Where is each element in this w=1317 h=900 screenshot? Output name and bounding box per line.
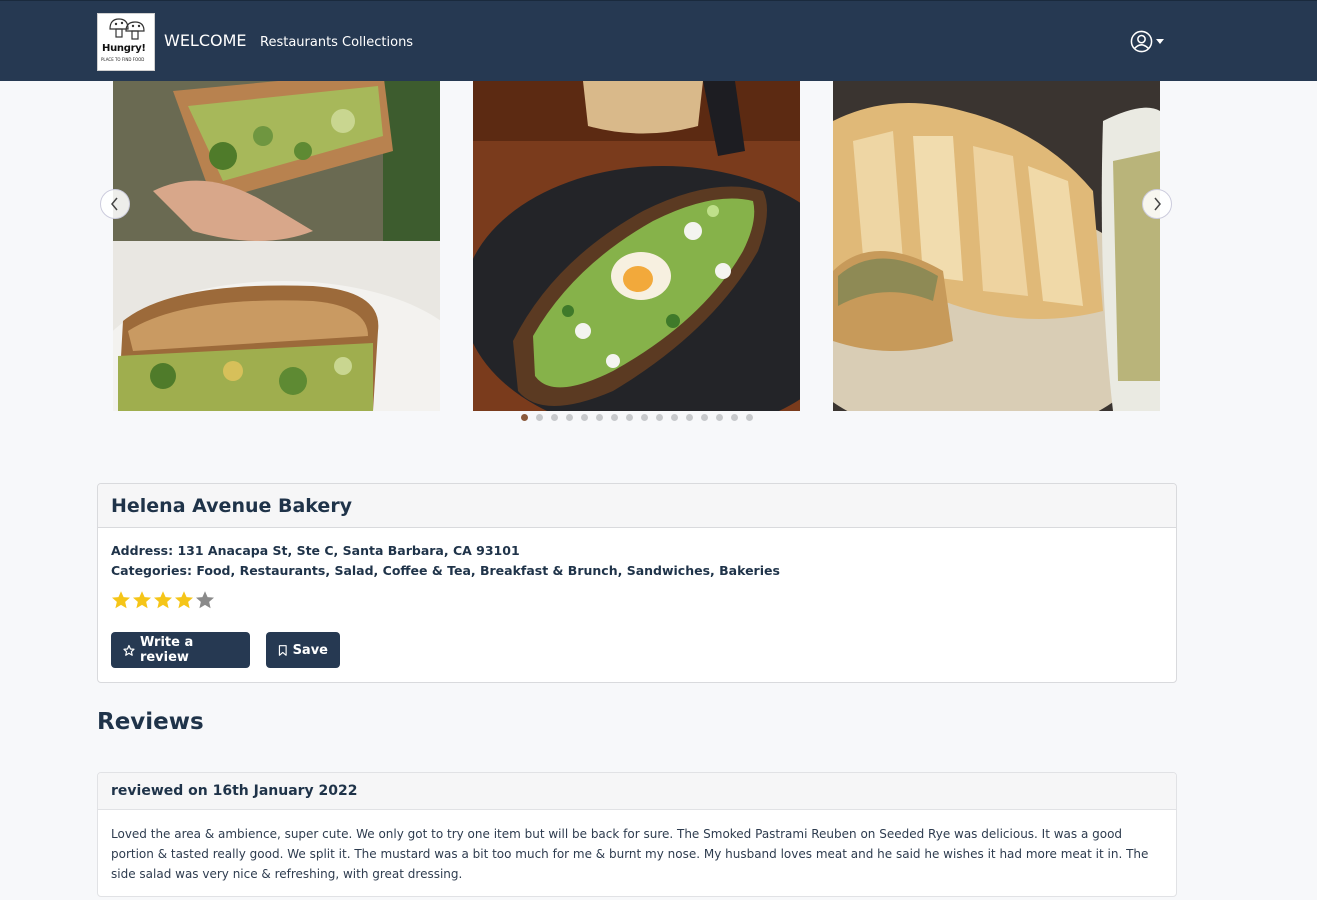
reviews-heading: Reviews [97,709,204,735]
restaurant-card-header: Helena Avenue Bakery [98,484,1176,528]
rating-stars [111,590,215,610]
star-empty-icon [196,591,214,609]
chevron-down-icon [1156,39,1164,44]
carousel-indicators [521,414,753,421]
carousel-next-button[interactable] [1142,189,1172,219]
address-value: 131 Anacapa St, Ste C, Santa Barbara, CA… [177,543,520,558]
carousel-dot[interactable] [566,414,573,421]
carousel-dot[interactable] [596,414,603,421]
save-button[interactable]: Save [266,632,340,668]
save-label: Save [292,642,328,658]
carousel-slide-sandwich[interactable] [113,81,440,411]
carousel-dot[interactable] [656,414,663,421]
write-review-button[interactable]: Write a review [111,632,250,668]
restaurant-info-card: Helena Avenue Bakery Address: 131 Anacap… [97,483,1177,683]
review-text: Loved the area & ambience, super cute. W… [111,827,1149,881]
carousel-dot[interactable] [521,414,528,421]
carousel-dot[interactable] [536,414,543,421]
bookmark-icon [278,644,287,656]
categories-value: Food, Restaurants, Salad, Coffee & Tea, … [196,563,780,578]
user-menu-dropdown[interactable] [1130,30,1164,53]
brand-welcome[interactable]: WELCOME [164,31,247,50]
carousel-dot[interactable] [626,414,633,421]
star-filled-icon [133,591,151,609]
carousel-dot[interactable] [551,414,558,421]
chevron-right-icon [1154,197,1161,211]
restaurant-address-line: Address: 131 Anacapa St, Ste C, Santa Ba… [111,543,520,558]
carousel-dot[interactable] [716,414,723,421]
restaurant-categories-line: Categories: Food, Restaurants, Salad, Co… [111,563,780,578]
carousel-dot[interactable] [731,414,738,421]
carousel-dot[interactable] [641,414,648,421]
logo-tagline: PLACE TO FIND FOOD [101,57,145,62]
carousel-dot[interactable] [671,414,678,421]
chevron-left-icon [111,197,118,211]
mushroom-logo-icon [109,18,145,40]
write-review-label: Write a review [139,635,194,665]
restaurant-name: Helena Avenue Bakery [111,495,353,517]
review-card: reviewed on 16th January 2022 Loved the … [97,772,1177,897]
carousel-dot[interactable] [746,414,753,421]
nav-link-restaurants[interactable]: Restaurants [260,35,338,50]
categories-label: Categories: [111,563,192,578]
carousel-prev-button[interactable] [100,189,130,219]
carousel-dot[interactable] [581,414,588,421]
address-label: Address: [111,543,174,558]
logo-text: Hungry! [102,43,146,54]
star-filled-icon [154,591,172,609]
review-date: reviewed on 16th January 2022 [98,773,1176,810]
star-filled-icon [112,591,130,609]
top-navbar: Hungry! PLACE TO FIND FOOD WELCOME Resta… [0,0,1317,81]
carousel-dot[interactable] [611,414,618,421]
star-outline-icon [123,644,135,656]
nav-link-collections[interactable]: Collections [342,35,413,50]
carousel-slide-avocado-toast[interactable] [473,81,800,411]
carousel-dot[interactable] [701,414,708,421]
site-logo[interactable]: Hungry! PLACE TO FIND FOOD [97,13,155,71]
photo-carousel [97,81,1177,426]
star-filled-icon [175,591,193,609]
carousel-slide-bread[interactable] [833,81,1160,411]
user-circle-icon [1130,30,1153,53]
carousel-dot[interactable] [686,414,693,421]
